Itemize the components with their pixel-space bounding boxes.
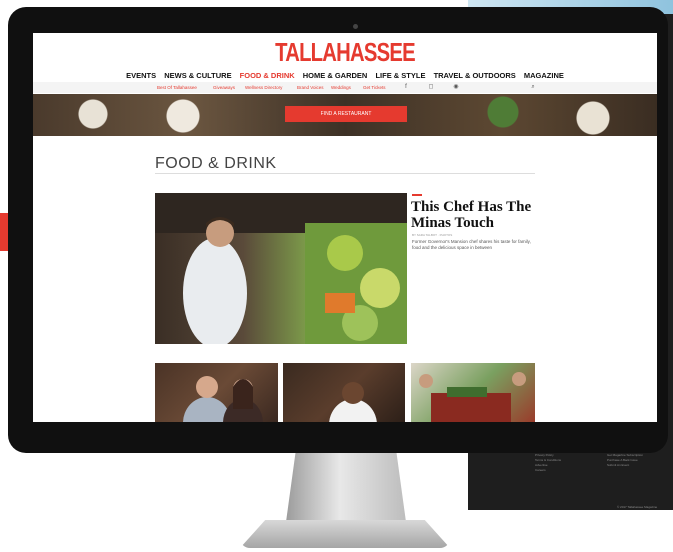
feature-headline[interactable]: This Chef Has The Minas Touch xyxy=(411,199,551,231)
nav-item-life-style[interactable]: LIFE & STYLE xyxy=(375,71,425,80)
feature-byline: BY SARA TALBOT · PHOTOS xyxy=(412,233,453,237)
pinterest-icon[interactable]: ◉ xyxy=(453,84,459,90)
monitor-stand-neck xyxy=(286,452,406,522)
site-logo[interactable]: TALLAHASSEE xyxy=(102,37,589,68)
nav-item-magazine[interactable]: MAGAZINE xyxy=(524,71,564,80)
nav-item-news-culture[interactable]: NEWS & CULTURE xyxy=(164,71,231,80)
nav-item-travel-outdoors[interactable]: TRAVEL & OUTDOORS xyxy=(434,71,516,80)
find-restaurant-button[interactable]: FIND A RESTAURANT xyxy=(285,106,407,122)
nav-item-food-drink[interactable]: FOOD & DRINK xyxy=(240,71,295,80)
subnav-item-brand-voices[interactable]: Brand Voices xyxy=(297,85,324,90)
main-nav: EVENTS NEWS & CULTURE FOOD & DRINK HOME … xyxy=(33,71,657,80)
background-footer: Contact Us Privacy Policy Terms & Condit… xyxy=(535,448,665,509)
article-thumbnail[interactable] xyxy=(155,363,278,422)
footer-link[interactable]: Submit An Event xyxy=(607,463,643,468)
nav-item-home-garden[interactable]: HOME & GARDEN xyxy=(303,71,368,80)
hero-banner: FIND A RESTAURANT xyxy=(33,94,657,136)
instagram-icon[interactable]: ◻ xyxy=(428,84,434,90)
section-title: FOOD & DRINK xyxy=(155,155,277,172)
search-icon[interactable]: ⌕ xyxy=(530,84,536,90)
sub-nav: Best Of Tallahassee Giveaways Wellness D… xyxy=(33,82,657,93)
subnav-item-best-of[interactable]: Best Of Tallahassee xyxy=(157,85,197,90)
subnav-item-wellness[interactable]: Wellness Directory xyxy=(245,85,282,90)
camera-icon xyxy=(353,24,358,29)
feature-kicker xyxy=(412,194,422,196)
subnav-item-giveaways[interactable]: Giveaways xyxy=(213,85,235,90)
footer-copyright: © 2017 Tallahassee Magazine xyxy=(617,505,658,509)
subnav-item-tickets[interactable]: Get Tickets xyxy=(363,85,386,90)
article-thumbnail[interactable] xyxy=(283,363,405,422)
website-screen: TALLAHASSEE EVENTS NEWS & CULTURE FOOD &… xyxy=(33,33,657,422)
monitor-stand-base xyxy=(240,520,450,548)
subnav-item-weddings[interactable]: Weddings xyxy=(331,85,351,90)
article-thumbnail[interactable] xyxy=(411,363,535,422)
nav-item-events[interactable]: EVENTS xyxy=(126,71,156,80)
feature-image[interactable] xyxy=(155,193,407,344)
section-divider xyxy=(155,173,535,174)
facebook-icon[interactable]: f xyxy=(403,84,409,90)
footer-link[interactable]: Careers xyxy=(535,468,561,473)
feature-dek: Former Governor's Mansion chef shares hi… xyxy=(412,239,531,250)
